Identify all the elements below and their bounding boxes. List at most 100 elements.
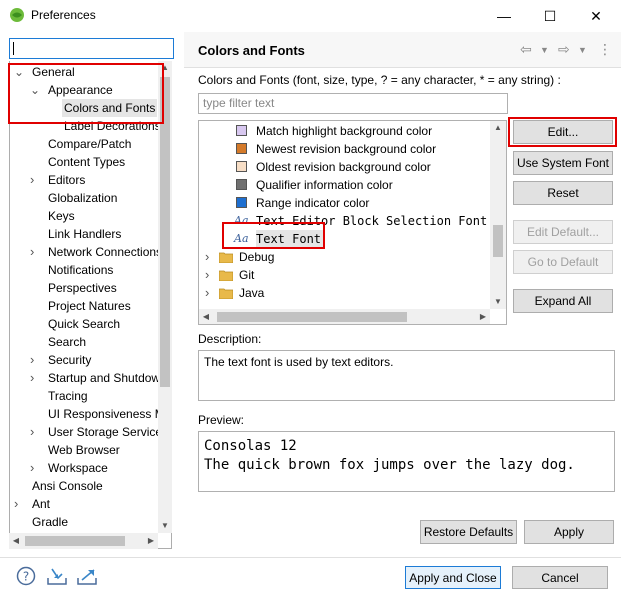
tree-item-label: UI Responsiveness Monitoring [48,407,171,421]
forward-dropdown-icon[interactable]: ▼ [578,45,587,55]
tree-item[interactable]: Tracing [10,387,160,405]
use-system-font-button[interactable]: Use System Font [513,151,613,175]
color-font-item[interactable]: Range indicator color [199,194,489,212]
svg-text:?: ? [23,570,29,584]
reset-button[interactable]: Reset [513,181,613,205]
forward-arrow-icon[interactable]: ⇨ [558,41,570,58]
tree-item-label: Content Types [48,155,126,169]
preview-font-name: Consolas 12 [204,438,297,454]
close-button[interactable]: ✕ [573,2,619,30]
collapsed-twisty-icon[interactable]: › [30,369,34,387]
colors-fonts-instructions: Colors and Fonts (font, size, type, ? = … [198,73,561,87]
tree-item[interactable]: Globalization [10,189,160,207]
collapsed-twisty-icon[interactable]: › [30,243,34,261]
color-font-item[interactable]: Qualifier information color [199,176,489,194]
back-arrow-icon[interactable]: ⇦ [520,41,532,58]
cancel-button[interactable]: Cancel [512,566,608,589]
collapsed-twisty-icon[interactable]: › [30,171,34,189]
restore-defaults-button[interactable]: Restore Defaults [420,520,517,544]
tree-item[interactable]: › Workspace [10,459,160,477]
maximize-button[interactable]: ☐ [527,2,573,30]
collapsed-twisty-icon[interactable]: › [205,266,209,284]
color-font-item[interactable]: Newest revision background color [199,140,489,158]
ct-scroll-thumb[interactable] [493,225,503,257]
tree-item[interactable]: UI Responsiveness Monitoring [10,405,171,423]
preferences-tree[interactable]: ⌄ General ⌄ Appearance Colors and Fonts Label… [9,61,172,549]
expand-all-button[interactable]: Expand All [513,289,613,313]
tree-item-label: Project Natures [48,299,131,313]
highlight-box-text-font [222,222,325,249]
type-filter-input[interactable]: type filter text [198,93,508,114]
help-icon[interactable]: ? [16,566,36,586]
view-menu-icon[interactable]: ⋮ [598,41,612,58]
color-font-item[interactable]: › Java [199,284,489,302]
ct-scroll-right-arrow[interactable]: ▶ [476,309,490,324]
ct-scroll-up-arrow[interactable]: ▲ [490,121,506,135]
ct-h-scroll-thumb[interactable] [217,312,407,322]
tree-item[interactable]: › Security [10,351,160,369]
tree-item[interactable]: Perspectives [10,279,160,297]
tree-item[interactable]: Compare/Patch [10,135,160,153]
tree-item-label: Link Handlers [48,227,122,241]
description-box: The text font is used by text editors. [198,350,615,401]
folder-icon [219,288,233,299]
window-title: Preferences [31,8,96,22]
ct-scroll-down-arrow[interactable]: ▼ [490,295,506,309]
collapsed-twisty-icon[interactable]: › [30,459,34,477]
tree-horizontal-scrollbar[interactable]: ◀ ▶ [9,533,158,549]
tree-item[interactable]: Content Types [10,153,160,171]
tree-item[interactable]: › Editors [10,171,160,189]
description-label: Description: [198,332,262,346]
apply-button[interactable]: Apply [524,520,614,544]
color-font-item[interactable]: › Debug [199,248,489,266]
highlight-box-tree [8,63,164,124]
tree-item[interactable]: › User Storage Service [10,423,162,441]
scroll-down-arrow[interactable]: ▼ [158,519,172,533]
color-font-item[interactable]: › Git [199,266,489,284]
tree-item[interactable]: Web Browser [10,441,160,459]
back-dropdown-icon[interactable]: ▼ [540,45,549,55]
tree-item[interactable]: Notifications [10,261,160,279]
collapsed-twisty-icon[interactable]: › [30,423,34,441]
tree-item[interactable]: Search [10,333,160,351]
tree-item-label: Editors [48,173,86,187]
color-font-item[interactable]: Oldest revision background color [199,158,489,176]
tree-item[interactable]: › Ant [10,495,160,513]
color-item-label: Newest revision background color [256,142,437,156]
color-item-label: Qualifier information color [256,178,393,192]
tree-item-label: Ansi Console [32,479,103,493]
h-scroll-thumb[interactable] [25,536,125,546]
tree-item[interactable]: › Network Connections [10,243,162,261]
text-caret [13,42,14,55]
collapsed-twisty-icon[interactable]: › [14,495,18,513]
tree-item-label: Search [48,335,87,349]
scroll-right-arrow[interactable]: ▶ [144,533,158,549]
import-icon[interactable] [46,566,70,586]
ct-vertical-scrollbar[interactable]: ▲ ▼ [490,121,506,309]
collapsed-twisty-icon[interactable]: › [30,351,34,369]
tree-item[interactable]: Link Handlers [10,225,160,243]
tree-item[interactable]: Project Natures [10,297,160,315]
edit-default-button[interactable]: Edit Default... [513,220,613,244]
color-item-label: Match highlight background color [256,124,433,138]
tree-item[interactable]: Gradle [10,513,160,531]
go-to-default-button[interactable]: Go to Default [513,250,613,274]
collapsed-twisty-icon[interactable]: › [205,248,209,266]
collapsed-twisty-icon[interactable]: › [205,284,209,302]
color-font-item[interactable]: Match highlight background color [199,122,489,140]
tree-item[interactable]: Keys [10,207,160,225]
tree-item[interactable]: › Startup and Shutdown [10,369,167,387]
highlight-box-edit [508,117,617,147]
tree-item[interactable]: Quick Search [10,315,160,333]
tree-vertical-scrollbar[interactable]: ▲ ▼ [158,61,172,533]
scroll-left-arrow[interactable]: ◀ [9,533,23,549]
apply-and-close-button[interactable]: Apply and Close [405,566,501,589]
tree-item[interactable]: Ansi Console [10,477,160,495]
tree-item-label: Workspace [48,461,108,475]
export-icon[interactable] [76,566,100,586]
title-bar: Preferences — ☐ ✕ [0,0,621,32]
ct-scroll-left-arrow[interactable]: ◀ [199,309,213,324]
minimize-button[interactable]: — [481,2,527,30]
ct-horizontal-scrollbar[interactable]: ◀ ▶ [199,309,490,324]
preferences-filter-input[interactable] [9,38,174,59]
